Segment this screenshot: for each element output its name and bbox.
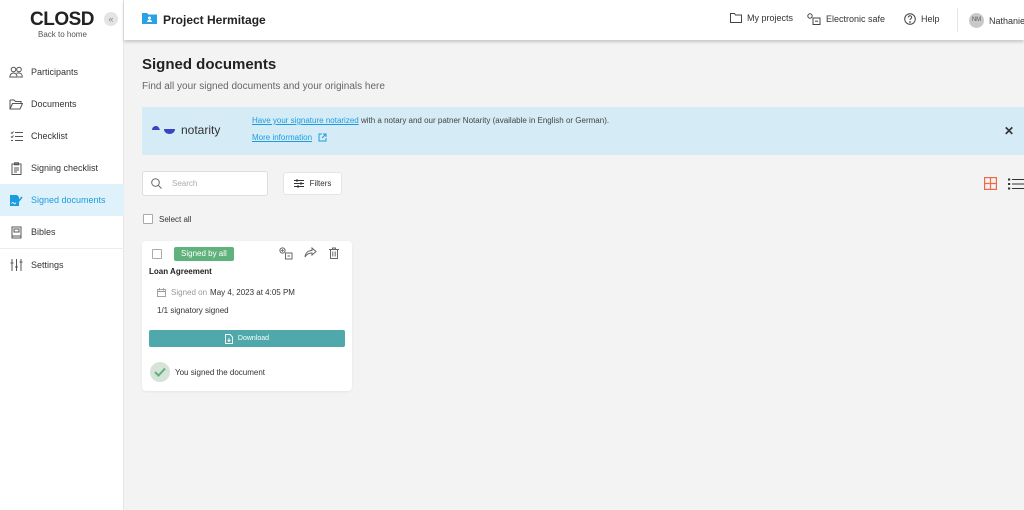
- sidebar-item-checklist[interactable]: Checklist: [0, 120, 124, 152]
- signed-document-icon: [8, 193, 24, 207]
- nav-electronic-safe[interactable]: Electronic safe: [807, 13, 885, 25]
- page-subtitle: Find all your signed documents and your …: [142, 81, 385, 92]
- delete-button[interactable]: [329, 247, 339, 259]
- sidebar-item-label: Checklist: [31, 131, 68, 141]
- download-button[interactable]: Download: [149, 330, 345, 347]
- archive-button[interactable]: [279, 247, 293, 260]
- sidebar-item-label: Settings: [31, 260, 64, 270]
- project-title: Project Hermitage: [142, 12, 266, 27]
- project-folder-icon: [142, 12, 157, 27]
- select-all-label: Select all: [159, 214, 192, 224]
- sidebar-item-settings[interactable]: Settings: [0, 249, 124, 281]
- folder-icon: [730, 13, 742, 23]
- nav-label: Electronic safe: [826, 14, 886, 24]
- sidebar-item-label: Documents: [31, 99, 77, 109]
- notarity-logo: notarity: [151, 123, 220, 137]
- sidebar-item-signing-checklist[interactable]: Signing checklist: [0, 152, 124, 184]
- document-checkbox[interactable]: [152, 249, 162, 259]
- more-information: More information: [252, 133, 327, 142]
- project-title-text: Project Hermitage: [163, 12, 266, 27]
- banner-description: with a notary and our patner Notarity (a…: [358, 116, 610, 125]
- search-input[interactable]: [172, 179, 252, 188]
- calendar-icon: [157, 288, 166, 297]
- sidebar-item-label: Signing checklist: [31, 163, 99, 173]
- sidebar-item-label: Signed documents: [31, 195, 106, 205]
- check-icon: [150, 362, 170, 382]
- top-bar: Project Hermitage My projects Electronic…: [124, 0, 1024, 40]
- nav-help[interactable]: Help: [904, 13, 940, 25]
- filter-icon: [293, 179, 304, 188]
- signed-prefix: Signed on: [171, 288, 208, 297]
- book-icon: [8, 225, 24, 239]
- banner-text: Have your signature notarized with a not…: [252, 116, 609, 125]
- checklist-icon: [8, 129, 24, 143]
- closd-logo[interactable]: CLOSD: [30, 9, 95, 31]
- user-menu[interactable]: NM Nathanie: [969, 13, 1024, 28]
- sliders-icon: [8, 258, 24, 272]
- select-all-checkbox[interactable]: [143, 214, 153, 224]
- safe-icon: [279, 247, 293, 260]
- you-signed-text: You signed the document: [175, 367, 265, 377]
- filters-label: Filters: [309, 179, 332, 188]
- close-banner-button[interactable]: ✕: [1004, 124, 1014, 138]
- nav-my-projects[interactable]: My projects: [730, 13, 793, 23]
- header-divider: [957, 8, 958, 32]
- signatory-count: 1/1 signatory signed: [157, 306, 229, 315]
- filters-button[interactable]: Filters: [283, 172, 342, 195]
- signed-date: Signed on May 4, 2023 at 4:05 PM: [157, 288, 295, 297]
- select-all[interactable]: Select all: [143, 214, 191, 224]
- grid-view-icon: [984, 177, 998, 191]
- grid-view-button[interactable]: [984, 177, 998, 195]
- trash-icon: [329, 247, 339, 259]
- nav-label: My projects: [747, 13, 794, 23]
- external-link-icon[interactable]: [318, 133, 327, 142]
- back-to-home-link[interactable]: Back to home: [38, 30, 87, 39]
- safe-icon: [807, 13, 821, 25]
- page-title: Signed documents: [142, 56, 277, 73]
- list-view-button[interactable]: [1008, 177, 1024, 195]
- folder-open-icon: [8, 97, 24, 111]
- sidebar-item-bibles[interactable]: Bibles: [0, 216, 124, 248]
- sidebar-nav: Participants Documents Checklist Signing…: [0, 56, 124, 281]
- list-view-icon: [1008, 178, 1024, 190]
- avatar: NM: [969, 13, 984, 28]
- sidebar-item-signed-documents[interactable]: Signed documents: [0, 184, 124, 216]
- status-badge: Signed by all: [174, 247, 234, 261]
- signed-date-value: May 4, 2023 at 4:05 PM: [210, 288, 295, 297]
- you-signed-status: You signed the document: [150, 362, 265, 382]
- help-icon: [904, 13, 916, 25]
- document-title[interactable]: Loan Agreement: [149, 267, 212, 276]
- collapse-sidebar-button[interactable]: «: [104, 12, 118, 26]
- sidebar-item-label: Bibles: [31, 227, 56, 237]
- notarity-logo-icon: [152, 126, 175, 134]
- sidebar-item-documents[interactable]: Documents: [0, 88, 124, 120]
- more-information-link[interactable]: More information: [252, 133, 312, 142]
- document-card[interactable]: Signed by all Loan Agreement Signed on Ma…: [142, 241, 352, 391]
- sidebar-item-participants[interactable]: Participants: [0, 56, 124, 88]
- user-name: Nathanie: [989, 15, 1024, 26]
- sidebar: CLOSD Back to home « Participants Docume…: [0, 0, 124, 510]
- participants-icon: [8, 65, 24, 79]
- nav-label: Help: [921, 14, 940, 24]
- notarize-link[interactable]: Have your signature notarized: [252, 116, 359, 125]
- notarity-brand: notarity: [181, 123, 221, 137]
- search-box[interactable]: [142, 171, 268, 196]
- notarity-banner: notarity Have your signature notarized w…: [142, 107, 1024, 155]
- sidebar-item-label: Participants: [31, 67, 79, 77]
- file-download-icon: [224, 333, 233, 344]
- clipboard-icon: [8, 161, 24, 175]
- share-icon: [304, 247, 317, 258]
- search-icon: [151, 178, 162, 189]
- download-label: Download: [237, 335, 270, 342]
- share-button[interactable]: [304, 247, 317, 258]
